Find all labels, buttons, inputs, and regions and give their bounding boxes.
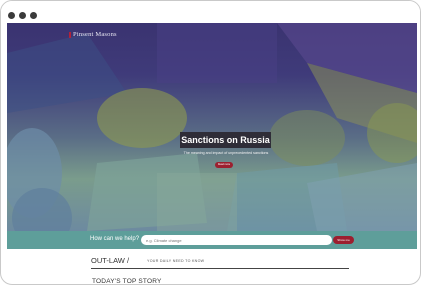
- hero-banner: Pinsent Masons Sanctions on Russia The m…: [7, 23, 417, 231]
- read-more-button[interactable]: Read more: [215, 162, 233, 168]
- outlaw-section-header: OUT-LAW / YOUR DAILY NEED TO KNOW: [91, 255, 349, 269]
- outlaw-title[interactable]: OUT-LAW /: [91, 256, 129, 265]
- brand-logo-mark[interactable]: [69, 32, 71, 38]
- search-input[interactable]: [141, 235, 332, 245]
- top-story-heading: TODAY'S TOP STORY: [92, 278, 162, 285]
- hero-subtitle: The meaning and impact of unprecedented …: [183, 151, 269, 155]
- browser-frame: Pinsent Masons Sanctions on Russia The m…: [0, 0, 421, 285]
- hero-title: Sanctions on Russia: [180, 132, 271, 148]
- outlaw-tagline: YOUR DAILY NEED TO KNOW: [147, 258, 205, 263]
- brand-logo[interactable]: Pinsent Masons: [73, 31, 117, 38]
- window-control-maximize[interactable]: [30, 12, 37, 19]
- search-submit-button[interactable]: Show me: [333, 236, 354, 244]
- window-control-minimize[interactable]: [19, 12, 26, 19]
- hero-background-illustration: [7, 23, 417, 231]
- search-bar: How can we help? Show me: [7, 231, 417, 249]
- window-control-close[interactable]: [8, 12, 15, 19]
- search-label: How can we help?: [90, 236, 140, 242]
- window-chrome: [1, 1, 420, 23]
